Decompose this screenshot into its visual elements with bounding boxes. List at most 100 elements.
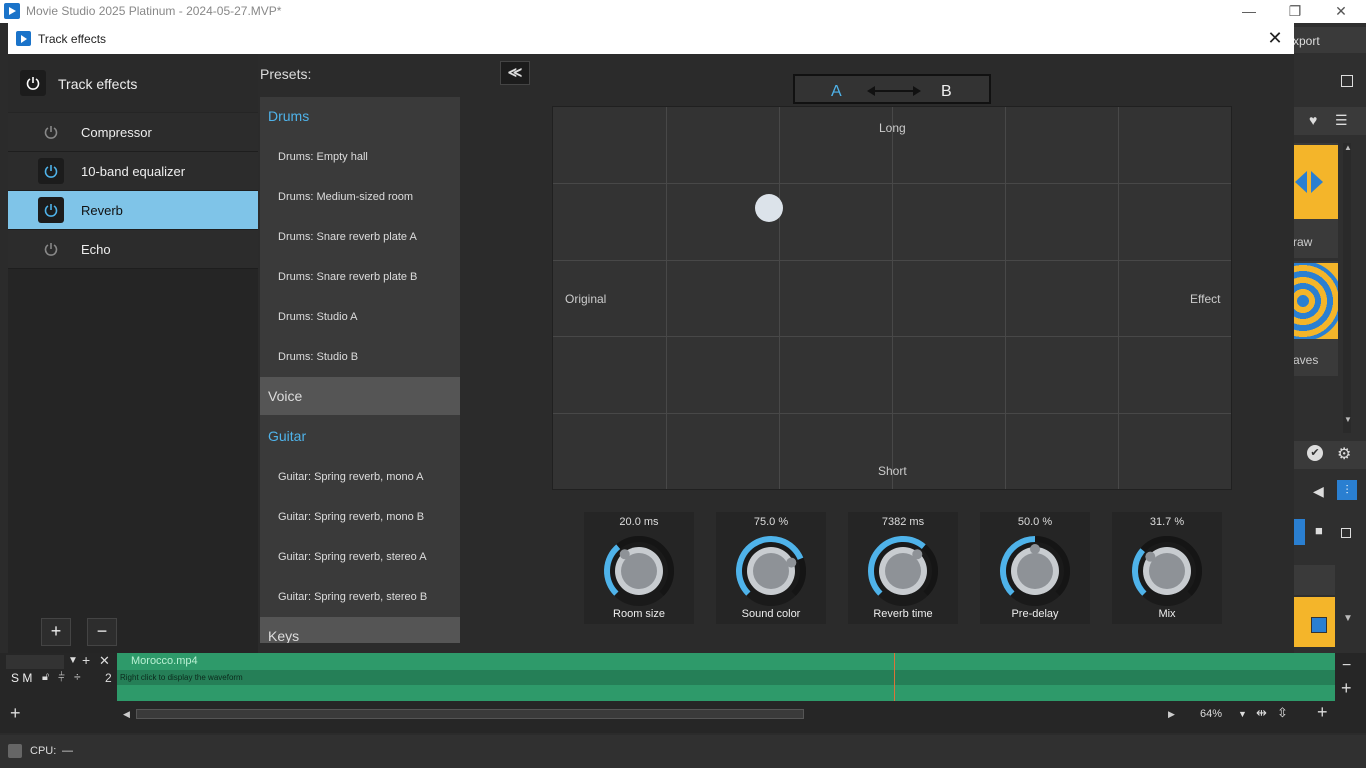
ab-option-b[interactable]: B [941, 83, 952, 101]
preset-item[interactable]: Drums: Studio A [260, 297, 460, 337]
waves-thumbnail [1293, 263, 1338, 339]
dialog-logo-icon [16, 31, 31, 46]
scroll-right-icon[interactable]: ▶ [1168, 709, 1175, 720]
solo-mute-buttons[interactable]: S M [11, 671, 32, 685]
knob-dial[interactable] [601, 533, 677, 609]
scroll-down-icon[interactable]: ▼ [1344, 415, 1352, 424]
draw-thumbnail [1293, 145, 1338, 219]
remove-effect-button[interactable]: − [87, 618, 117, 646]
check-circle-icon[interactable]: ✔ [1307, 445, 1323, 461]
heart-icon[interactable]: ♥ [1309, 112, 1317, 128]
zoom-out-icon[interactable]: − [1342, 657, 1351, 675]
knob-room-size[interactable]: 20.0 ms Room size [584, 512, 694, 624]
camera-icon[interactable]: ■ [1315, 523, 1323, 538]
list-icon[interactable]: ☰ [1335, 112, 1348, 129]
effect-power-button[interactable] [38, 158, 64, 184]
zoom-in-icon[interactable]: + [1317, 702, 1328, 723]
waves-pattern [1293, 263, 1338, 339]
effect-row[interactable]: Echo [8, 230, 258, 269]
waves-label: aves [1293, 353, 1319, 367]
window-icon[interactable] [1341, 75, 1353, 87]
gear-icon[interactable]: ⚙ [1337, 444, 1351, 464]
knob-mix[interactable]: 31.7 % Mix [1112, 512, 1222, 624]
draw-effect-tile[interactable]: raw [1293, 143, 1338, 258]
effect-row[interactable]: Reverb [8, 191, 258, 230]
track-name-field[interactable] [6, 655, 64, 669]
preset-item[interactable]: Guitar: Spring reverb, mono B [260, 497, 460, 537]
effects-panel-title: Track effects [58, 76, 138, 92]
pad-handle[interactable] [754, 194, 783, 223]
knob-sound-color[interactable]: 75.0 % Sound color [716, 512, 826, 624]
zoom-menu-icon[interactable]: ▼ [1238, 709, 1247, 719]
scroll-up-icon[interactable]: ▲ [1344, 143, 1352, 152]
mixer-icon[interactable]: ⫶ [1337, 480, 1357, 500]
export-button[interactable]: xport [1293, 27, 1366, 53]
split-icon[interactable]: ⫩ [58, 670, 65, 685]
speaker-icon[interactable]: ◀ [1313, 483, 1324, 500]
effect-row[interactable]: 10-band equalizer [8, 152, 258, 191]
presets-list[interactable]: Drums Drums: Empty hall Drums: Medium-size… [260, 97, 460, 643]
knob-dial[interactable] [1129, 533, 1205, 609]
power-icon [44, 243, 58, 256]
preset-item[interactable]: Drums: Snare reverb plate A [260, 217, 460, 257]
ab-switch[interactable]: A B [793, 74, 991, 104]
add-icon[interactable]: + [1341, 678, 1352, 699]
timeline-scrollbar[interactable] [136, 709, 804, 719]
preset-item[interactable]: Drums: Empty hall [260, 137, 460, 177]
reverb-xy-pad[interactable]: Long Short Original Effect [552, 106, 1232, 490]
minimize-button[interactable]: — [1226, 0, 1272, 23]
preset-item[interactable]: Guitar: Spring reverb, stereo A [260, 537, 460, 577]
view-toggle-icon[interactable] [1293, 519, 1305, 545]
export-label: xport [1293, 34, 1320, 48]
track-menu-icon[interactable]: ▼ [68, 655, 78, 666]
knob-dial[interactable] [997, 533, 1073, 609]
preset-item[interactable]: Drums: Medium-sized room [260, 177, 460, 217]
cpu-label: CPU: [30, 745, 57, 757]
add-track-icon[interactable]: + [82, 652, 90, 668]
cpu-icon [8, 744, 22, 758]
fit-width-icon[interactable]: ⇹ [1256, 705, 1267, 721]
power-icon [44, 204, 58, 217]
close-track-icon[interactable]: ✕ [99, 653, 110, 669]
knob-reverb-time[interactable]: 7382 ms Reverb time [848, 512, 958, 624]
master-power-button[interactable] [20, 70, 46, 96]
clip-audio-lane[interactable] [117, 670, 1335, 685]
preset-category[interactable]: Keys [260, 617, 460, 643]
effect-power-button[interactable] [38, 236, 64, 262]
knob-dial[interactable] [733, 533, 809, 609]
lock-icon[interactable]: 🔓︎ [42, 671, 49, 684]
pad-label-short: Short [878, 464, 907, 478]
square-icon[interactable] [1341, 528, 1351, 538]
fit-height-icon[interactable]: ⇳ [1277, 705, 1288, 721]
volume-icon[interactable]: ÷ [74, 670, 81, 684]
waves-effect-tile[interactable]: aves [1293, 261, 1338, 376]
power-icon [44, 126, 58, 139]
close-app-button[interactable]: ✕ [1318, 0, 1364, 23]
add-effect-button[interactable]: + [41, 618, 71, 646]
preset-item[interactable]: Drums: Snare reverb plate B [260, 257, 460, 297]
track-scroll-down-icon[interactable]: ▼ [1343, 613, 1353, 624]
preset-item[interactable]: Guitar: Spring reverb, mono A [260, 457, 460, 497]
effect-row[interactable]: Compressor [8, 113, 258, 152]
effect-power-button[interactable] [38, 119, 64, 145]
preset-item[interactable]: Drums: Studio B [260, 337, 460, 377]
maximize-button[interactable]: ❐ [1272, 0, 1318, 23]
playhead[interactable] [894, 653, 895, 701]
preset-category[interactable]: Guitar [260, 417, 460, 455]
knob-dial[interactable] [865, 533, 941, 609]
grid-line [553, 413, 1231, 414]
grid-line [666, 107, 667, 489]
add-track-bottom-icon[interactable]: + [10, 703, 21, 724]
preset-category[interactable]: Drums [260, 97, 460, 135]
collapse-panel-button[interactable]: ≪ [500, 61, 530, 85]
ab-option-a[interactable]: A [831, 83, 842, 101]
effect-power-button[interactable] [38, 197, 64, 223]
swap-arrows-icon[interactable] [867, 84, 921, 98]
zoom-level[interactable]: 64% [1200, 708, 1222, 720]
preset-category[interactable]: Voice [260, 377, 460, 415]
dialog-close-button[interactable]: ✕ [1264, 27, 1286, 49]
scroll-left-icon[interactable]: ◀ [123, 709, 130, 720]
preset-item[interactable]: Guitar: Spring reverb, stereo B [260, 577, 460, 617]
knob-pre-delay[interactable]: 50.0 % Pre-delay [980, 512, 1090, 624]
media-scrollbar[interactable]: ▲ ▼ [1343, 143, 1352, 433]
